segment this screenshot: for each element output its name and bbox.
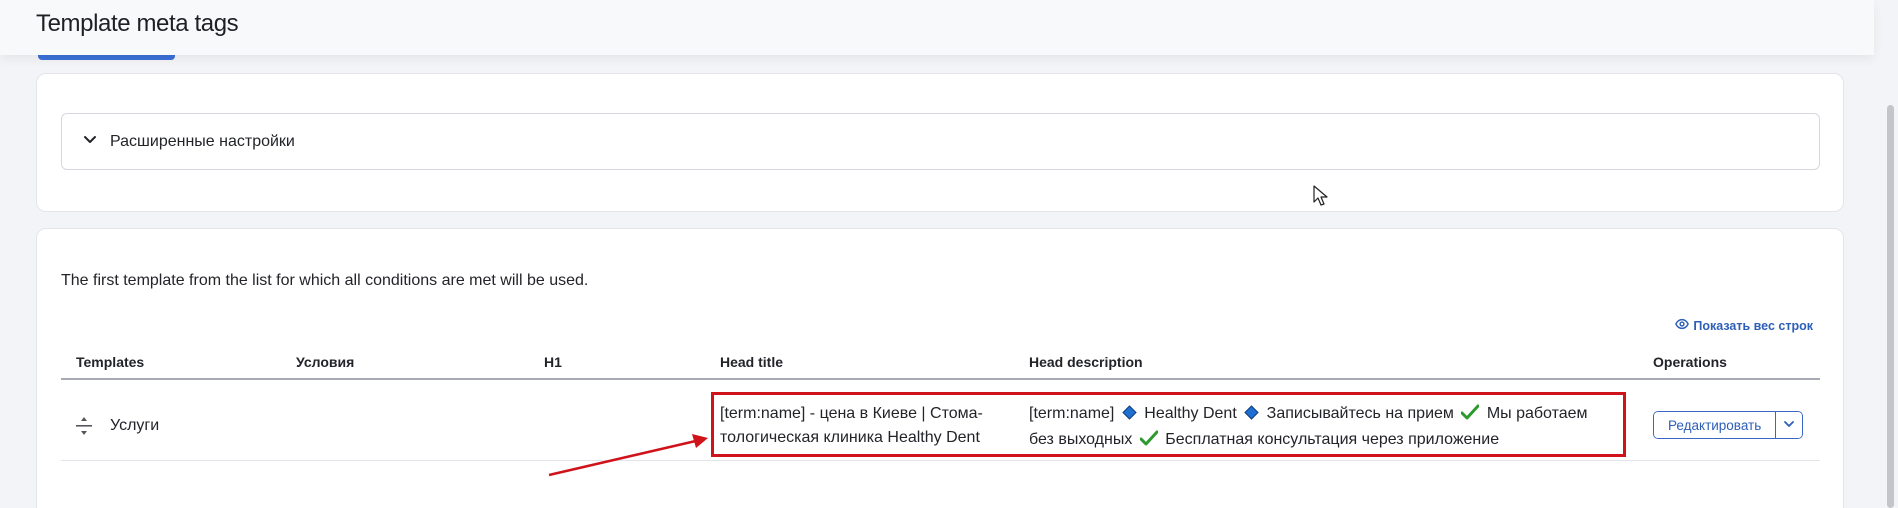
template-head-title: [term:name] - цена в Киеве | Стома- толо… bbox=[720, 402, 1020, 450]
mouse-cursor-icon bbox=[1313, 185, 1328, 206]
advanced-settings-card: Расширенные настройки bbox=[36, 73, 1844, 212]
head-title-line-1: [term:name] - цена в Киеве | Стома- bbox=[720, 405, 983, 422]
blue-diamond-icon bbox=[1122, 404, 1137, 428]
desc-brand: Healthy Dent bbox=[1144, 405, 1237, 422]
desc-working: Мы работаем bbox=[1486, 405, 1588, 422]
head-title-line-2: тологическая клиника Healthy Dent bbox=[720, 429, 980, 446]
operations-dropdown-button[interactable] bbox=[1776, 412, 1803, 438]
annotation-arrow-icon bbox=[548, 434, 708, 477]
desc-appointment: Записывайтесь на прием bbox=[1266, 405, 1454, 422]
check-mark-icon bbox=[1139, 430, 1159, 454]
desc-term: [term:name] bbox=[1029, 405, 1115, 422]
chevron-down-icon bbox=[82, 131, 98, 152]
templates-card: The first template from the list for whi… bbox=[36, 228, 1844, 508]
page-title: Template meta tags bbox=[36, 10, 239, 37]
table-row: Услуги [term:name] - цена в Киеве | Стом… bbox=[61, 391, 1820, 461]
advanced-settings-toggle[interactable]: Расширенные настройки bbox=[61, 113, 1820, 170]
advanced-settings-label: Расширенные настройки bbox=[110, 132, 295, 150]
scrollbar-thumb[interactable] bbox=[1887, 105, 1894, 508]
template-head-description: [term:name] Healthy Dent Записывайтесь н… bbox=[1029, 402, 1629, 454]
template-name: Услуги bbox=[110, 417, 160, 434]
table-header: Templates Условия H1 Head title Head des… bbox=[61, 348, 1820, 380]
drag-handle-icon[interactable] bbox=[75, 416, 93, 436]
blue-diamond-icon bbox=[1244, 404, 1259, 428]
eye-icon bbox=[1675, 317, 1690, 334]
active-tab-indicator bbox=[38, 55, 175, 60]
edit-button[interactable]: Редактировать bbox=[1654, 412, 1777, 438]
check-mark-icon bbox=[1460, 404, 1480, 428]
page-scrollbar[interactable] bbox=[1874, 0, 1898, 508]
column-header-operations: Operations bbox=[1653, 354, 1727, 370]
page-header: Template meta tags bbox=[0, 0, 1874, 55]
show-row-weights-label: Показать вес строк bbox=[1693, 318, 1813, 333]
templates-intro-text: The first template from the list for whi… bbox=[61, 272, 589, 289]
column-header-head-title: Head title bbox=[720, 354, 784, 370]
column-header-templates: Templates bbox=[76, 354, 145, 370]
desc-no-weekends: без выходных bbox=[1029, 431, 1133, 448]
column-header-conditions: Условия bbox=[296, 354, 355, 370]
column-header-h1: H1 bbox=[544, 354, 562, 370]
chevron-down-icon bbox=[1783, 418, 1795, 433]
show-row-weights-link[interactable]: Показать вес строк bbox=[1675, 317, 1813, 334]
operations-button-group: Редактировать bbox=[1653, 411, 1804, 439]
column-header-head-description: Head description bbox=[1029, 354, 1143, 370]
desc-free-consultation: Бесплатная консультация через приложение bbox=[1165, 431, 1500, 448]
